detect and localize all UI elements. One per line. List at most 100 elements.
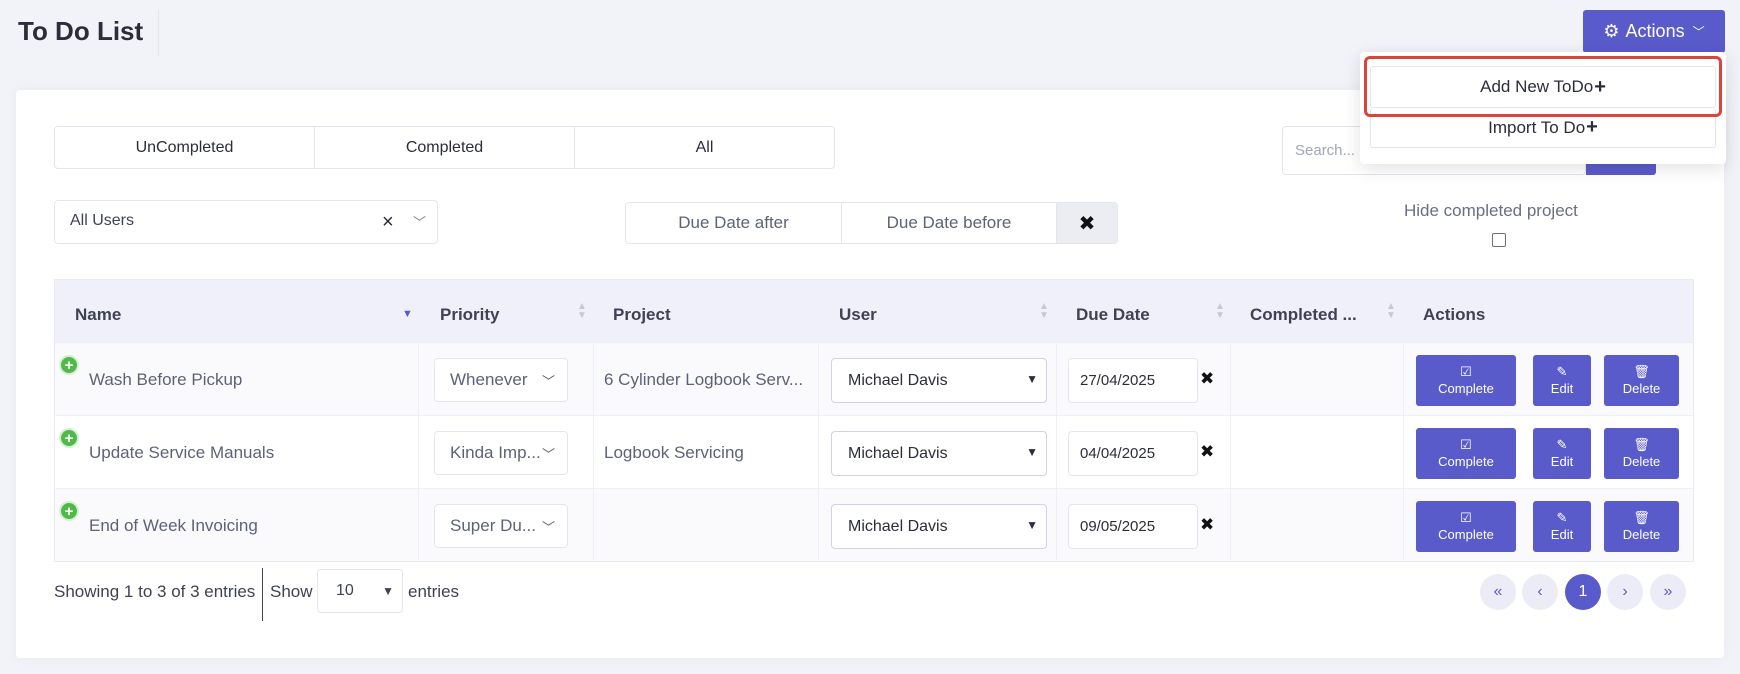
user-select[interactable]: Michael Davis ▼ xyxy=(831,358,1047,403)
tab-all[interactable]: All xyxy=(575,127,834,168)
pencil-icon: ✎ xyxy=(1556,510,1568,525)
user-value: Michael Davis xyxy=(848,517,948,535)
priority-select[interactable]: Kinda Imp... ﹀ xyxy=(434,431,568,475)
plus-icon: + xyxy=(1594,75,1606,98)
todo-name: Wash Before Pickup xyxy=(89,370,243,389)
import-todo-menu-item[interactable]: Import To Do + xyxy=(1370,108,1716,148)
page-button-current[interactable]: 1 xyxy=(1565,574,1601,610)
delete-label: Delete xyxy=(1622,527,1661,542)
clear-date-icon[interactable]: ✖ xyxy=(1200,369,1214,389)
due-date-after-input[interactable]: Due Date after xyxy=(626,203,842,243)
due-date-input[interactable]: 04/04/2025 xyxy=(1068,431,1198,476)
sort-icon: ▲ ▼ xyxy=(1215,301,1225,321)
user-select[interactable]: Michael Davis ▼ xyxy=(831,431,1047,476)
tab-uncompleted[interactable]: UnCompleted xyxy=(55,127,315,168)
page-length-select[interactable]: 10 ▼ xyxy=(317,569,403,613)
clear-icon[interactable]: × xyxy=(382,211,394,234)
plus-icon: + xyxy=(1586,116,1598,138)
menu-item-label: Import To Do xyxy=(1488,117,1586,137)
last-page-button[interactable]: » xyxy=(1650,574,1686,610)
column-header-name[interactable]: Name xyxy=(75,280,121,342)
column-header-due-date[interactable]: Due Date xyxy=(1076,280,1150,342)
complete-button[interactable]: ☑ Complete xyxy=(1416,428,1516,479)
double-chevron-right-icon: » xyxy=(1663,583,1673,600)
check-square-icon: ☑ xyxy=(1460,364,1472,379)
status-filter-tabs: UnCompleted Completed All xyxy=(54,126,835,169)
column-header-actions: Actions xyxy=(1423,305,1486,324)
column-divider xyxy=(818,489,819,561)
delete-button[interactable]: 🗑 Delete xyxy=(1604,428,1679,479)
delete-button[interactable]: 🗑 Delete xyxy=(1604,355,1679,406)
page-title: To Do List xyxy=(18,16,144,46)
column-divider xyxy=(593,343,594,415)
edit-label: Edit xyxy=(1550,527,1574,542)
priority-select[interactable]: Super Du... ﹀ xyxy=(434,504,568,548)
edit-button[interactable]: ✎ Edit xyxy=(1533,428,1591,479)
trash-icon: 🗑 xyxy=(1633,364,1650,379)
chevron-down-icon: ﹀ xyxy=(1692,25,1705,39)
sort-icon: ▲ ▼ xyxy=(1039,301,1049,321)
column-divider xyxy=(593,416,594,488)
title-divider xyxy=(158,10,159,56)
first-page-button[interactable]: « xyxy=(1480,574,1516,610)
delete-label: Delete xyxy=(1622,454,1661,469)
chevron-down-icon: ▼ xyxy=(1026,445,1038,459)
column-divider xyxy=(418,343,419,415)
user-filter-select[interactable]: All Users × ﹀ xyxy=(54,200,438,244)
user-value: Michael Davis xyxy=(848,371,948,389)
column-divider xyxy=(1230,343,1231,415)
user-select[interactable]: Michael Davis ▼ xyxy=(831,504,1047,549)
edit-label: Edit xyxy=(1550,381,1574,396)
trash-icon: 🗑 xyxy=(1633,437,1650,452)
column-divider xyxy=(1230,489,1231,561)
column-header-project[interactable]: Project xyxy=(613,280,671,342)
hide-completed-checkbox[interactable] xyxy=(1492,233,1506,247)
expand-row-icon[interactable]: + xyxy=(59,428,79,448)
complete-button[interactable]: ☑ Complete xyxy=(1416,355,1516,406)
due-date-before-input[interactable]: Due Date before xyxy=(842,203,1057,243)
column-divider xyxy=(1230,416,1231,488)
gear-icon: ⚙ xyxy=(1603,21,1620,41)
add-new-todo-menu-item[interactable]: Add New ToDo + xyxy=(1370,66,1716,108)
menu-item-label: Add New ToDo xyxy=(1480,77,1594,96)
sort-desc-icon: ▼ xyxy=(402,308,413,320)
due-date-input[interactable]: 09/05/2025 xyxy=(1068,504,1198,549)
table-row: + End of Week Invoicing Super Du... ﹀ Mi… xyxy=(55,488,1693,561)
actions-button-label: Actions xyxy=(1625,21,1685,41)
column-header-user[interactable]: User xyxy=(839,280,877,342)
pencil-icon: ✎ xyxy=(1556,437,1568,452)
chevron-right-icon: › xyxy=(1622,583,1628,600)
clear-date-icon[interactable]: ✖ xyxy=(1200,442,1214,462)
prev-page-button[interactable]: ‹ xyxy=(1522,574,1558,610)
complete-button[interactable]: ☑ Complete xyxy=(1416,501,1516,552)
hide-completed-label: Hide completed project xyxy=(1404,201,1578,220)
expand-row-icon[interactable]: + xyxy=(59,355,79,375)
todo-page: To Do List ⚙ Actions ﹀ UnCompleted Compl… xyxy=(0,0,1740,674)
check-square-icon: ☑ xyxy=(1460,510,1472,525)
todo-name: Update Service Manuals xyxy=(89,443,275,462)
expand-row-icon[interactable]: + xyxy=(59,501,79,521)
complete-label: Complete xyxy=(1438,527,1494,542)
column-divider xyxy=(1403,416,1404,488)
clear-date-icon[interactable]: ✖ xyxy=(1200,515,1214,535)
column-divider xyxy=(1056,416,1057,488)
column-divider xyxy=(1403,343,1404,415)
delete-button[interactable]: 🗑 Delete xyxy=(1604,501,1679,552)
column-header-priority[interactable]: Priority xyxy=(440,280,500,342)
due-date-filters: Due Date after Due Date before ✖ xyxy=(625,202,1118,244)
edit-label: Edit xyxy=(1550,454,1574,469)
chevron-down-icon: ﹀ xyxy=(413,215,427,230)
actions-dropdown-button[interactable]: ⚙ Actions ﹀ xyxy=(1583,10,1725,53)
chevron-down-icon: ﹀ xyxy=(541,520,555,535)
next-page-button[interactable]: › xyxy=(1607,574,1643,610)
tab-completed[interactable]: Completed xyxy=(315,127,575,168)
priority-select[interactable]: Whenever ﹀ xyxy=(434,358,568,402)
user-filter-value: All Users xyxy=(70,212,135,229)
edit-button[interactable]: ✎ Edit xyxy=(1533,355,1591,406)
clear-dates-button[interactable]: ✖ xyxy=(1057,203,1117,243)
due-date-input[interactable]: 27/04/2025 xyxy=(1068,358,1198,403)
column-header-completed[interactable]: Completed ... xyxy=(1250,280,1357,342)
table-row: + Update Service Manuals Kinda Imp... ﹀ … xyxy=(55,415,1693,488)
edit-button[interactable]: ✎ Edit xyxy=(1533,501,1591,552)
project-name: 6 Cylinder Logbook Serv... xyxy=(604,370,804,389)
